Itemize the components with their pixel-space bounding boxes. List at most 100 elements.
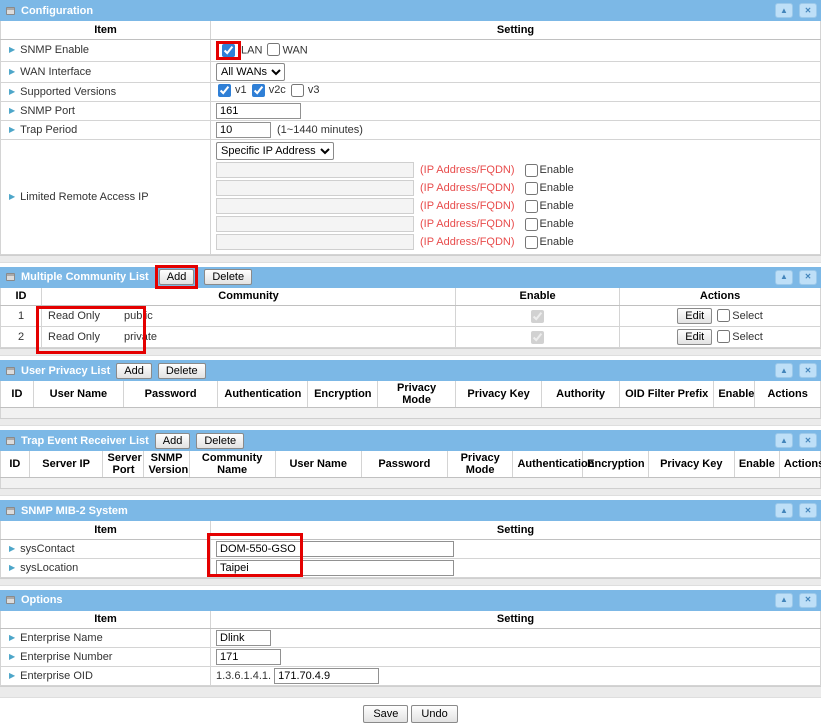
v3-checkbox[interactable]	[291, 84, 304, 97]
remote-ip-input-2[interactable]	[216, 180, 414, 196]
column-header: ID	[1, 381, 34, 408]
remote-access-mode-select[interactable]: Specific IP Address	[216, 142, 334, 160]
community-enable-checkbox	[531, 331, 544, 344]
column-header: Encryption	[308, 381, 378, 408]
section-configuration: Configuration ▲ ✕ Item Setting ▶SNMP Ena…	[0, 0, 821, 263]
community-name: public	[124, 310, 153, 322]
column-header: Enable	[714, 381, 755, 408]
bullet-icon: ▶	[9, 192, 15, 201]
close-icon[interactable]: ✕	[799, 503, 817, 518]
community-edit-button[interactable]: Edit	[677, 329, 712, 345]
oid-prefix: 1.3.6.1.4.1.	[216, 670, 271, 682]
column-header: OID Filter Prefix	[620, 381, 714, 408]
trap-delete-button[interactable]: Delete	[196, 433, 244, 449]
community-edit-button[interactable]: Edit	[677, 308, 712, 324]
remote-ip-enable-checkbox-3[interactable]	[525, 200, 538, 213]
v2c-checkbox[interactable]	[252, 84, 265, 97]
trap-period-input[interactable]	[216, 122, 271, 138]
annotation-box-add: Add	[155, 265, 199, 289]
row-limited-remote-access: ▶Limited Remote Access IP Specific IP Ad…	[1, 139, 821, 254]
remote-ip-enable-checkbox-1[interactable]	[525, 164, 538, 177]
section-footer	[0, 255, 821, 263]
remote-ip-enable-checkbox-5[interactable]	[525, 236, 538, 249]
remote-ip-input-4[interactable]	[216, 216, 414, 232]
remote-ip-enable-checkbox-4[interactable]	[525, 218, 538, 231]
remote-ip-input-3[interactable]	[216, 198, 414, 214]
v1-checkbox[interactable]	[218, 84, 231, 97]
window-icon	[6, 367, 15, 375]
column-header-setting: Setting	[211, 521, 821, 539]
column-header: Enable	[456, 288, 620, 306]
mib2-header: SNMP MIB-2 System ▲ ✕	[0, 500, 821, 521]
close-icon[interactable]: ✕	[799, 593, 817, 608]
collapse-icon[interactable]: ▲	[775, 503, 793, 518]
row-supported-versions: ▶Supported Versions v1 v2c v3	[1, 82, 821, 101]
section-multiple-community-list: Multiple Community List Add Delete ▲ ✕ I…	[0, 267, 821, 357]
enterprise-number-input[interactable]	[216, 649, 281, 665]
collapse-icon[interactable]: ▲	[775, 270, 793, 285]
community-access: Read Only	[48, 331, 124, 343]
collapse-icon[interactable]: ▲	[775, 593, 793, 608]
close-icon[interactable]: ✕	[799, 433, 817, 448]
community-add-button[interactable]: Add	[159, 269, 195, 285]
column-header: Actions	[779, 451, 820, 478]
window-icon	[6, 273, 15, 281]
community-id: 2	[1, 327, 42, 348]
wan-interface-select[interactable]: All WANs	[216, 63, 285, 81]
remote-ip-input-5[interactable]	[216, 234, 414, 250]
syscontact-input[interactable]	[216, 541, 454, 557]
window-icon	[6, 7, 15, 15]
remote-ip-row: (IP Address/FQDN) Enable	[216, 180, 815, 197]
bullet-icon: ▶	[9, 45, 15, 54]
form-actions: Save Undo	[0, 702, 821, 723]
user-privacy-header: User Privacy List Add Delete ▲ ✕	[0, 360, 821, 381]
column-header: Privacy Key	[456, 381, 542, 408]
bullet-icon: ▶	[9, 125, 15, 134]
table-row: 1 Read Onlypublic Edit Select	[1, 306, 821, 327]
empty-table-body	[0, 478, 821, 488]
syslocation-input[interactable]	[216, 560, 454, 576]
remote-ip-input-1[interactable]	[216, 162, 414, 178]
row-enterprise-name: ▶Enterprise Name	[1, 629, 821, 648]
community-delete-button[interactable]: Delete	[204, 269, 252, 285]
column-header-setting: Setting	[211, 21, 821, 39]
collapse-icon[interactable]: ▲	[775, 363, 793, 378]
ip-hint: (IP Address/FQDN)	[420, 200, 515, 212]
snmp-port-input[interactable]	[216, 103, 301, 119]
collapse-icon[interactable]: ▲	[775, 433, 793, 448]
enterprise-oid-input[interactable]	[274, 668, 379, 684]
row-syslocation: ▶sysLocation	[1, 558, 821, 577]
window-icon	[6, 596, 15, 604]
ip-hint: (IP Address/FQDN)	[420, 218, 515, 230]
save-button[interactable]: Save	[363, 705, 408, 723]
close-icon[interactable]: ✕	[799, 3, 817, 18]
lan-checkbox[interactable]	[222, 44, 235, 57]
undo-button[interactable]: Undo	[411, 705, 457, 723]
section-footer	[0, 686, 821, 698]
trap-period-hint: (1~1440 minutes)	[277, 124, 363, 136]
privacy-delete-button[interactable]: Delete	[158, 363, 206, 379]
bullet-icon: ▶	[9, 671, 15, 680]
close-icon[interactable]: ✕	[799, 363, 817, 378]
enterprise-name-input[interactable]	[216, 630, 271, 646]
ip-hint: (IP Address/FQDN)	[420, 164, 515, 176]
column-header: User Name	[275, 451, 361, 478]
close-icon[interactable]: ✕	[799, 270, 817, 285]
privacy-add-button[interactable]: Add	[116, 363, 152, 379]
column-header: Community	[42, 288, 456, 306]
community-select-checkbox[interactable]	[717, 330, 730, 343]
row-snmp-port: ▶SNMP Port	[1, 101, 821, 120]
section-footer	[0, 488, 821, 496]
remote-ip-enable-checkbox-2[interactable]	[525, 182, 538, 195]
ip-hint: (IP Address/FQDN)	[420, 182, 515, 194]
bullet-icon: ▶	[9, 563, 15, 572]
collapse-icon[interactable]: ▲	[775, 3, 793, 18]
trap-add-button[interactable]: Add	[155, 433, 191, 449]
community-list-header: Multiple Community List Add Delete ▲ ✕	[0, 267, 821, 288]
community-select-checkbox[interactable]	[717, 309, 730, 322]
window-icon	[6, 437, 15, 445]
bullet-icon: ▶	[9, 633, 15, 642]
column-header: Server IP	[29, 451, 103, 478]
section-title: Configuration	[21, 5, 93, 17]
wan-checkbox[interactable]	[267, 43, 280, 56]
